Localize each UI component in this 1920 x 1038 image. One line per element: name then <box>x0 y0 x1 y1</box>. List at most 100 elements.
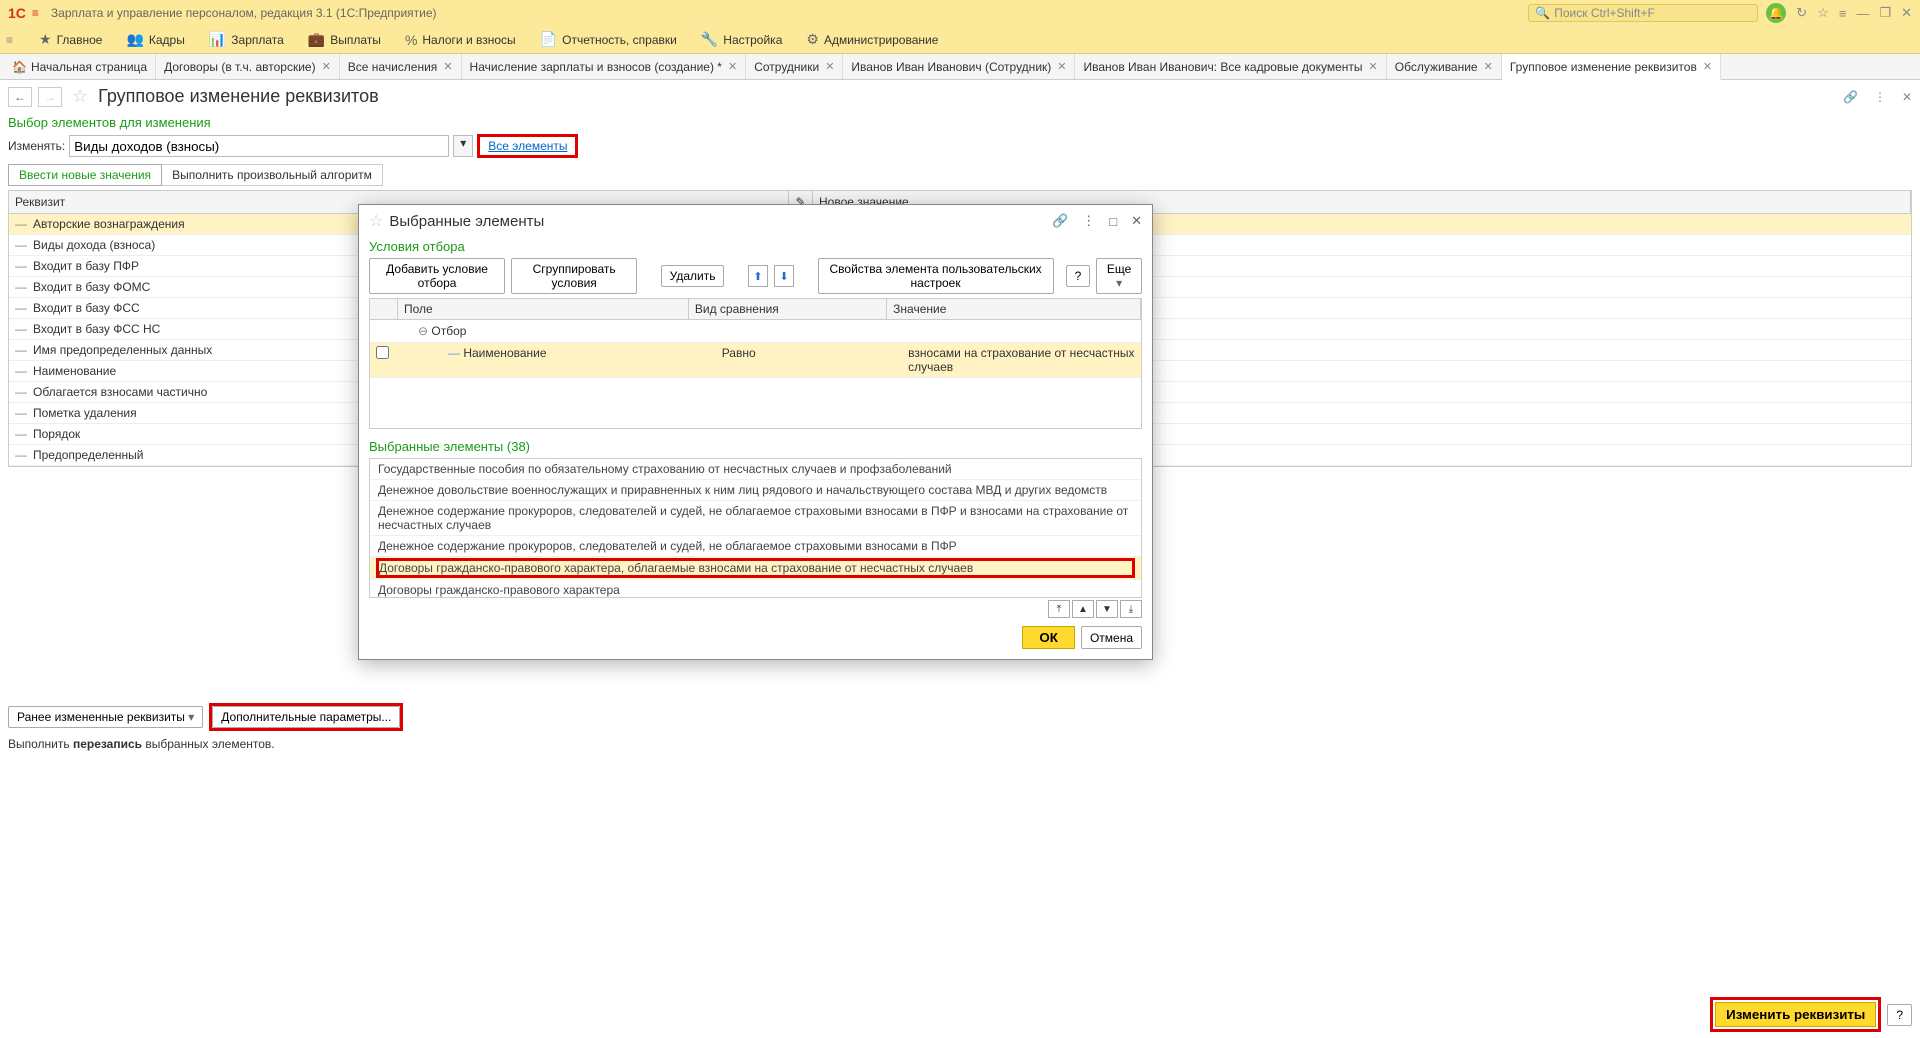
tab-close-icon[interactable]: ✕ <box>1057 60 1066 73</box>
tab-close-icon[interactable]: ✕ <box>1484 60 1493 73</box>
menu-item-Выплаты[interactable]: 💼Выплаты <box>308 31 381 48</box>
modal-footer: ОК Отмена <box>369 620 1142 649</box>
tab[interactable]: Договоры (в т.ч. авторские)✕ <box>156 54 340 79</box>
modal-more-icon[interactable]: ⋮ <box>1082 213 1095 229</box>
change-label: Изменять: <box>8 139 65 153</box>
page-toolbar: ← → ☆ Групповое изменение реквизитов 🔗 ⋮… <box>0 80 1920 113</box>
tab-close-icon[interactable]: ✕ <box>728 60 737 73</box>
list-top-button[interactable]: ⤒ <box>1048 600 1070 618</box>
history-icon[interactable]: ↻ <box>1796 5 1807 21</box>
list-item[interactable]: Договоры гражданско-правового характера,… <box>370 557 1141 580</box>
tab[interactable]: Иванов Иван Иванович: Все кадровые докум… <box>1075 54 1386 79</box>
tab[interactable]: Групповое изменение реквизитов✕ <box>1502 54 1721 80</box>
change-type-input[interactable] <box>69 135 449 157</box>
additional-params-button[interactable]: Дополнительные параметры... <box>212 706 400 728</box>
change-row: Изменять: ▾ Все элементы <box>0 132 1920 160</box>
close-page-icon[interactable]: ✕ <box>1902 90 1912 104</box>
menu-icon: ⚙ <box>806 31 819 48</box>
hamburger-icon[interactable]: ≡ <box>32 6 39 20</box>
more-icon[interactable]: ⋮ <box>1874 90 1886 104</box>
select-type-button[interactable]: ▾ <box>453 135 473 157</box>
global-search[interactable]: 🔍 Поиск Ctrl+Shift+F <box>1528 4 1758 22</box>
element-properties-button[interactable]: Свойства элемента пользовательских настр… <box>818 258 1054 294</box>
nav-forward-button[interactable]: → <box>38 87 62 107</box>
list-down-button[interactable]: ▼ <box>1096 600 1118 618</box>
filter-blank-area <box>370 378 1141 428</box>
filter-col-value: Значение <box>887 299 1141 319</box>
link-icon[interactable]: 🔗 <box>1843 90 1858 104</box>
favorite-star-icon[interactable]: ☆ <box>72 86 88 107</box>
search-placeholder: Поиск Ctrl+Shift+F <box>1554 6 1655 20</box>
all-elements-link[interactable]: Все элементы <box>482 136 573 156</box>
list-item[interactable]: Денежное довольствие военнослужащих и пр… <box>370 480 1141 501</box>
ok-button[interactable]: ОК <box>1022 626 1075 649</box>
bottom-bar: Ранее измененные реквизиты Дополнительны… <box>0 697 1920 737</box>
list-item[interactable]: Денежное содержание прокуроров, следоват… <box>370 501 1141 536</box>
modal-more-button[interactable]: Еще <box>1096 258 1142 294</box>
home-icon: 🏠 <box>12 60 27 74</box>
tab-close-icon[interactable]: ✕ <box>443 60 452 73</box>
list-up-button[interactable]: ▲ <box>1072 600 1094 618</box>
menu-icon[interactable]: ≡ <box>1839 6 1847 21</box>
menu-toggle-icon[interactable]: ≡ <box>6 33 13 47</box>
previously-changed-button[interactable]: Ранее измененные реквизиты <box>8 706 203 728</box>
tab-close-icon[interactable]: ✕ <box>1703 60 1712 73</box>
move-up-button[interactable]: ⬆ <box>748 265 768 287</box>
highlight-all-elements: Все элементы <box>477 134 578 158</box>
highlight-change-button: Изменить реквизиты <box>1710 997 1881 1032</box>
filter-col-field: Поле <box>398 299 689 319</box>
tab-close-icon[interactable]: ✕ <box>1369 60 1378 73</box>
restore-icon[interactable]: ❐ <box>1879 5 1891 21</box>
cancel-button[interactable]: Отмена <box>1081 626 1142 649</box>
help-button[interactable]: ? <box>1887 1004 1912 1026</box>
favorite-icon[interactable]: ☆ <box>1817 5 1829 21</box>
selected-elements-modal: ☆ Выбранные элементы 🔗 ⋮ □ ✕ Условия отб… <box>358 204 1153 660</box>
tab[interactable]: Иванов Иван Иванович (Сотрудник)✕ <box>843 54 1075 79</box>
menu-item-Отчетность, справки[interactable]: 📄Отчетность, справки <box>540 31 677 48</box>
menu-item-Главное[interactable]: ★Главное <box>39 31 102 48</box>
modal-link-icon[interactable]: 🔗 <box>1052 213 1068 229</box>
dash-icon: — <box>15 280 27 294</box>
list-item[interactable]: Государственные пособия по обязательному… <box>370 459 1141 480</box>
minimize-icon[interactable]: — <box>1856 6 1869 21</box>
filter-checkbox[interactable] <box>376 346 389 359</box>
add-condition-button[interactable]: Добавить условие отбора <box>369 258 505 294</box>
notifications-icon[interactable]: 🔔 <box>1766 3 1786 23</box>
menu-item-Настройка[interactable]: 🔧Настройка <box>701 31 783 48</box>
change-requisites-button[interactable]: Изменить реквизиты <box>1715 1002 1876 1027</box>
dash-icon: — <box>15 343 27 357</box>
menu-icon: % <box>405 32 417 48</box>
elements-list[interactable]: Государственные пособия по обязательному… <box>369 458 1142 598</box>
list-item[interactable]: Денежное содержание прокуроров, следоват… <box>370 536 1141 557</box>
move-down-button[interactable]: ⬇ <box>774 265 794 287</box>
menu-item-Администрирование[interactable]: ⚙Администрирование <box>806 31 938 48</box>
tab[interactable]: Сотрудники✕ <box>746 54 843 79</box>
subtab-enter-values[interactable]: Ввести новые значения <box>8 164 162 186</box>
modal-help-button[interactable]: ? <box>1066 265 1091 287</box>
subtab-algorithm[interactable]: Выполнить произвольный алгоритм <box>162 164 383 186</box>
list-item[interactable]: Договоры гражданско-правового характера <box>370 580 1141 598</box>
logo-1c: 1C <box>8 5 26 21</box>
filter-condition-row[interactable]: — Наименование Равно взносами на страхов… <box>370 343 1141 378</box>
modal-favorite-icon[interactable]: ☆ <box>369 211 383 231</box>
menu-icon: 💼 <box>308 31 325 48</box>
menu-item-Кадры[interactable]: 👥Кадры <box>126 31 184 48</box>
filter-col-compare: Вид сравнения <box>689 299 887 319</box>
modal-close-icon[interactable]: ✕ <box>1131 213 1142 229</box>
list-bottom-button[interactable]: ⤓ <box>1120 600 1142 618</box>
tab[interactable]: Начисление зарплаты и взносов (создание)… <box>462 54 747 79</box>
filter-root-row[interactable]: ⊖ Отбор <box>370 320 1141 343</box>
group-conditions-button[interactable]: Сгруппировать условия <box>511 258 637 294</box>
tab[interactable]: Обслуживание✕ <box>1387 54 1502 79</box>
delete-button[interactable]: Удалить <box>661 265 725 287</box>
close-window-icon[interactable]: ✕ <box>1901 5 1912 21</box>
tab[interactable]: 🏠Начальная страница <box>4 54 156 79</box>
modal-maximize-icon[interactable]: □ <box>1109 214 1117 229</box>
menu-item-Зарплата[interactable]: 📊Зарплата <box>209 31 284 48</box>
tab-close-icon[interactable]: ✕ <box>825 60 834 73</box>
tab-close-icon[interactable]: ✕ <box>322 60 331 73</box>
menu-item-Налоги и взносы[interactable]: %Налоги и взносы <box>405 31 516 48</box>
tab[interactable]: Все начисления✕ <box>340 54 462 79</box>
nav-back-button[interactable]: ← <box>8 87 32 107</box>
dash-icon: — <box>15 448 27 462</box>
